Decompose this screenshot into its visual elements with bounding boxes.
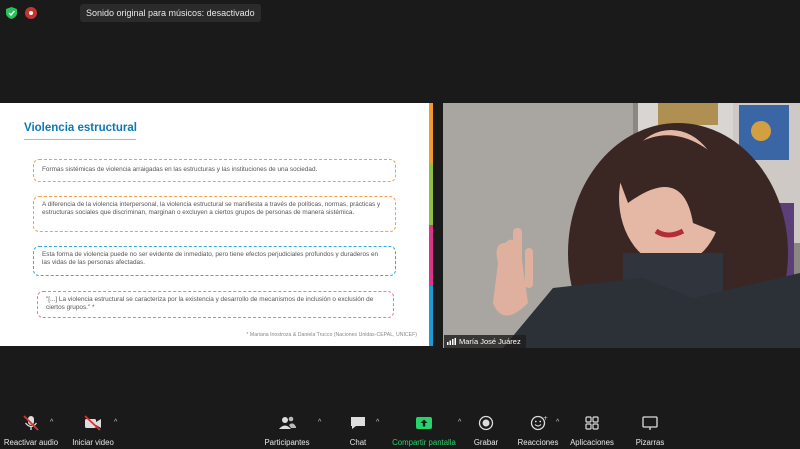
video-options-caret-icon[interactable]: ^: [114, 419, 117, 426]
chat-options-caret-icon[interactable]: ^: [376, 419, 379, 426]
participants-options-caret-icon[interactable]: ^: [318, 419, 321, 426]
signal-strength-icon: [447, 338, 456, 345]
slide-color-bars: [429, 103, 433, 346]
participants-label: Participantes: [264, 438, 310, 447]
apps-label: Aplicaciones: [570, 438, 614, 447]
quote-box: "[...] La violencia estructural se carac…: [37, 291, 394, 318]
record-label: Grabar: [473, 438, 499, 447]
shared-slide: Violencia estructural Formas sistémicas …: [0, 103, 433, 346]
audio-notification: Sonido original para músicos: desactivad…: [80, 4, 261, 22]
whiteboard-icon: [642, 416, 658, 430]
participant-video-frame: [443, 103, 800, 348]
reactions-options-caret-icon[interactable]: ^: [556, 419, 559, 426]
unmute-button[interactable]: Reactivar audio: [0, 409, 62, 449]
slide-title: Violencia estructural: [24, 122, 137, 134]
unmute-label: Reactivar audio: [3, 438, 59, 447]
participants-icon: [279, 416, 296, 429]
participant-video[interactable]: [443, 103, 800, 348]
chat-label: Chat: [349, 438, 367, 447]
share-screen-button[interactable]: Compartir pantalla: [390, 409, 458, 449]
whiteboards-button[interactable]: Pizarras: [630, 409, 670, 449]
reactions-smiley-icon: +: [530, 415, 548, 431]
reactions-label: Reacciones: [517, 438, 559, 447]
audio-options-caret-icon[interactable]: ^: [50, 419, 53, 426]
record-icon: [478, 415, 494, 431]
apps-grid-icon: [585, 416, 599, 430]
slide-citation: * Mariana Inostroza & Daniela Trucco (Na…: [246, 332, 417, 338]
chat-bubble-icon: [351, 417, 365, 429]
top-bar: Sonido original para músicos: desactivad…: [0, 0, 800, 26]
start-video-button[interactable]: Iniciar video: [66, 409, 120, 449]
meeting-toolbar: Reactivar audio ^ Iniciar video ^ Partic…: [0, 409, 800, 449]
share-screen-label: Compartir pantalla: [392, 438, 456, 447]
share-options-caret-icon[interactable]: ^: [458, 419, 461, 426]
microphone-muted-icon: [23, 415, 39, 431]
participant-name: María José Juárez: [459, 337, 521, 346]
effects-box: Esta forma de violencia puede no ser evi…: [33, 246, 396, 276]
shield-check-icon[interactable]: [6, 7, 17, 19]
start-video-label: Iniciar video: [72, 438, 114, 447]
camera-off-icon: [84, 415, 101, 431]
participant-name-tag: María José Juárez: [444, 335, 526, 348]
comparison-box: A diferencia de la violencia interperson…: [33, 196, 396, 232]
reactions-button[interactable]: + Reacciones: [516, 409, 560, 449]
chat-button[interactable]: Chat: [340, 409, 376, 449]
recording-indicator-icon[interactable]: [25, 7, 37, 19]
whiteboards-label: Pizarras: [635, 438, 665, 447]
title-underline: [24, 139, 136, 140]
record-button[interactable]: Grabar: [468, 409, 504, 449]
share-screen-icon: [416, 417, 432, 429]
svg-text:+: +: [543, 415, 548, 422]
definition-box: Formas sistémicas de violencia arraigada…: [33, 159, 396, 182]
participants-button[interactable]: Participantes: [260, 409, 314, 449]
apps-button[interactable]: Aplicaciones: [566, 409, 618, 449]
